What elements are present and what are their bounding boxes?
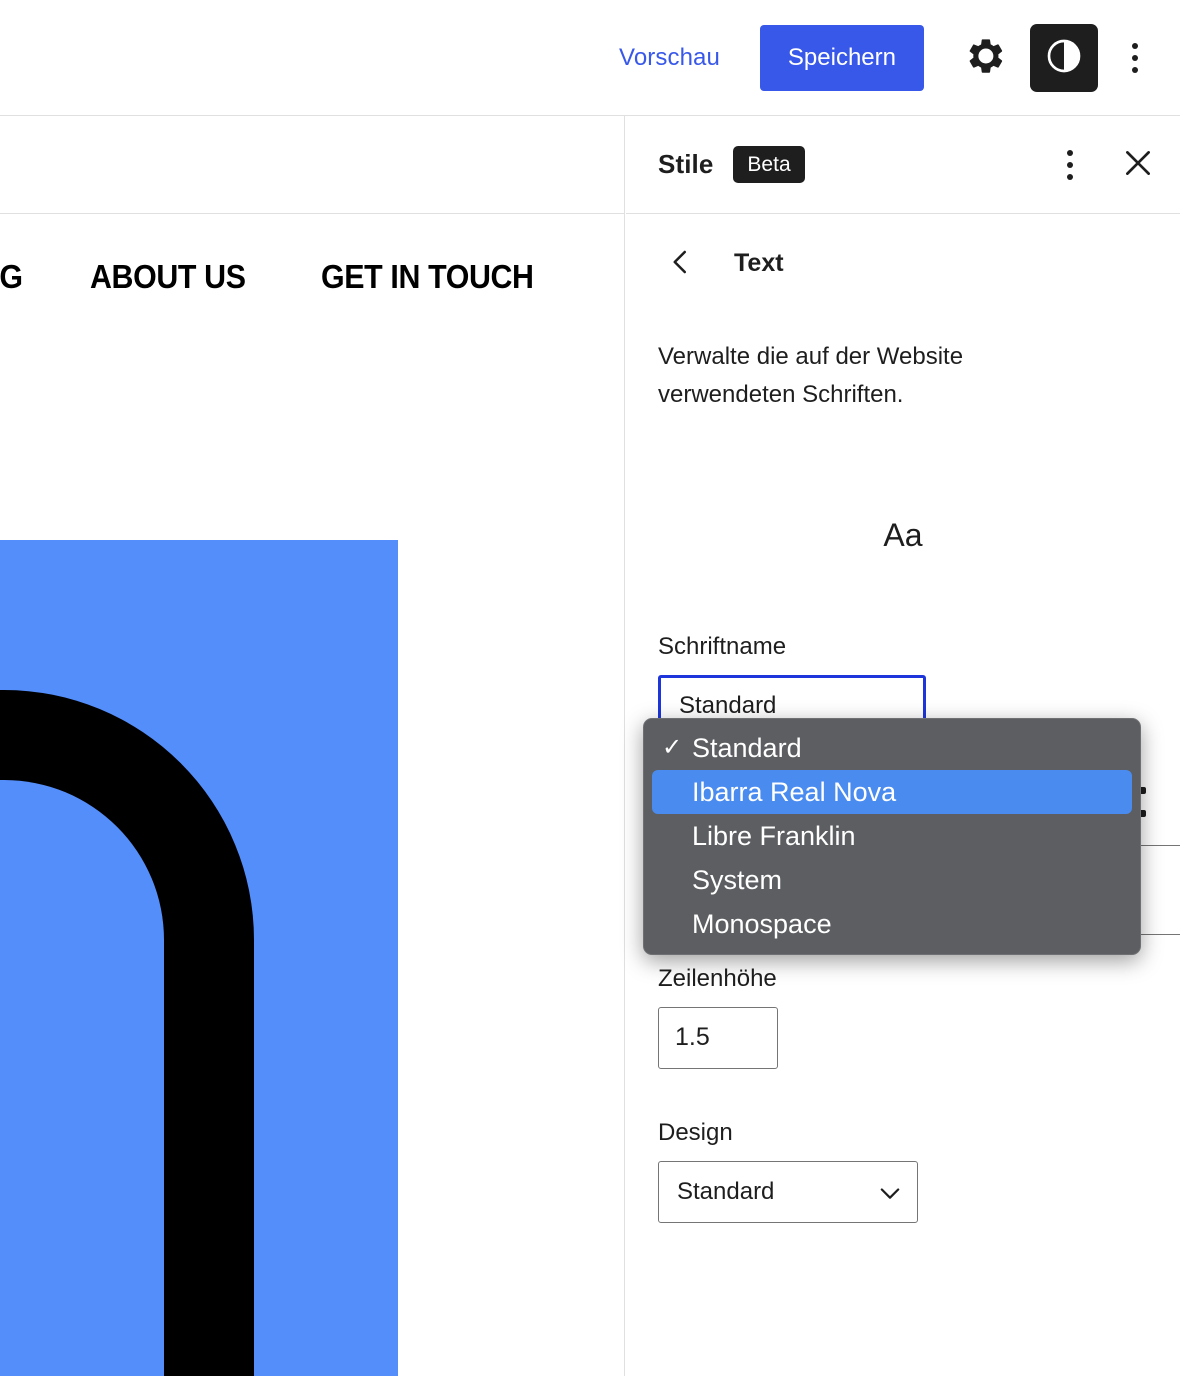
toolbar-more-button[interactable]: [1112, 30, 1158, 86]
font-preview: Aa: [626, 461, 1180, 611]
site-preview-canvas[interactable]: LOG ABOUT US GET IN TOUCH: [0, 116, 625, 1376]
dropdown-option-label: Libre Franklin: [692, 820, 856, 851]
font-name-label: Schriftname: [658, 632, 787, 660]
line-height-input[interactable]: [658, 1006, 778, 1069]
sidebar-title: Stile: [658, 149, 714, 179]
contrast-styles-icon: [1044, 36, 1084, 79]
editor-toolbar: Vorschau Speichern: [0, 0, 1180, 116]
dropdown-option-label: Standard: [692, 732, 802, 763]
site-nav-item-get-in-touch[interactable]: GET IN TOUCH: [321, 258, 534, 296]
line-height-label: Zeilenhöhe: [658, 964, 777, 992]
site-nav-item-blog[interactable]: LOG: [0, 258, 23, 296]
site-nav: LOG ABOUT US GET IN TOUCH: [0, 258, 615, 296]
dropdown-option-ibarra-real-nova[interactable]: Ibarra Real Nova: [652, 770, 1132, 814]
kebab-menu-icon: [1067, 149, 1073, 180]
dropdown-option-standard[interactable]: ✓ Standard: [644, 726, 1140, 770]
hero-block[interactable]: [0, 540, 398, 1376]
dropdown-option-libre-franklin[interactable]: Libre Franklin: [644, 814, 1140, 858]
panel-description: Verwalte die auf der Website verwendeten…: [658, 343, 964, 409]
panel-title: Text: [734, 248, 784, 277]
save-button[interactable]: Speichern: [759, 24, 924, 91]
editor-root: Vorschau Speichern LOG ABO: [0, 0, 1180, 1376]
site-nav-item-about-us[interactable]: ABOUT US: [90, 258, 246, 296]
checkmark-icon: ✓: [662, 734, 683, 761]
close-sidebar-button[interactable]: [1114, 141, 1162, 189]
close-icon: [1121, 146, 1155, 183]
kebab-menu-icon: [1132, 42, 1138, 73]
font-preview-sample: Aa: [883, 517, 923, 554]
design-label: Design: [658, 1118, 733, 1146]
sidebar-header-actions: [1048, 139, 1162, 191]
hero-glyph-shape: [0, 690, 254, 1376]
back-button[interactable]: [658, 240, 704, 286]
sidebar-header: Stile Beta: [626, 116, 1180, 214]
design-select-shell: Standard: [658, 1160, 1148, 1223]
panel-nav-row: Text: [626, 214, 1180, 300]
gear-icon: [966, 36, 1006, 79]
preview-button[interactable]: Vorschau: [613, 43, 726, 73]
site-header: [0, 116, 624, 214]
design-field: Design Standard: [626, 1119, 1180, 1223]
sidebar-more-button[interactable]: [1048, 139, 1092, 191]
beta-badge: Beta: [733, 146, 805, 183]
dropdown-option-system[interactable]: System: [644, 858, 1140, 902]
font-name-dropdown-menu[interactable]: ✓ Standard Ibarra Real Nova Libre Frankl…: [643, 718, 1141, 955]
line-height-field: Zeilenhöhe: [626, 965, 1180, 1069]
dropdown-option-label: Ibarra Real Nova: [692, 776, 897, 807]
dropdown-option-monospace[interactable]: Monospace: [644, 902, 1140, 946]
chevron-left-icon: [666, 247, 696, 280]
design-select[interactable]: Standard: [658, 1160, 918, 1223]
dropdown-option-label: Monospace: [692, 908, 832, 939]
styles-toggle-button[interactable]: [1030, 23, 1098, 92]
dropdown-option-label: System: [692, 864, 783, 895]
settings-button[interactable]: [960, 32, 1012, 84]
